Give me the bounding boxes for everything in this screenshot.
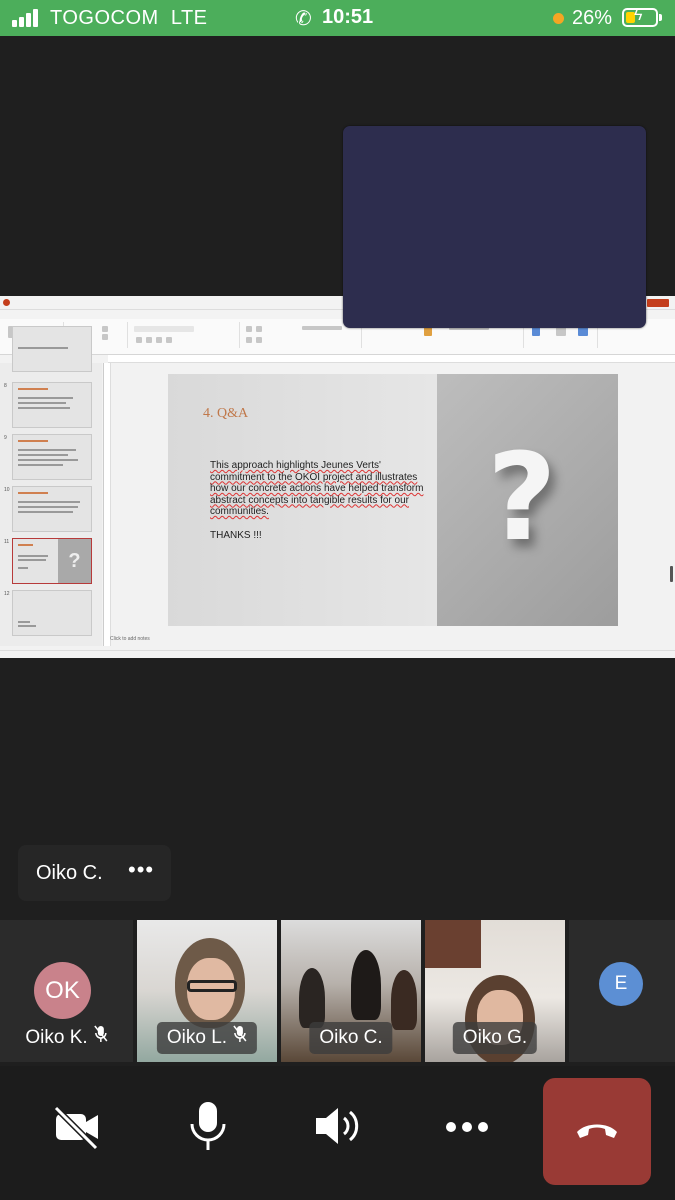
slide-thumbnails-panel[interactable]: 8 9 10 11? 12	[0, 326, 102, 646]
recording-dot-icon	[553, 13, 564, 24]
participant-strip[interactable]: OK Oiko K. Oiko L. Oiko C. Oiko G.	[0, 920, 675, 1062]
participant-tile[interactable]: Oiko C.	[281, 920, 421, 1062]
call-icon: ✆	[295, 8, 312, 30]
speaker-icon[interactable]	[312, 1096, 364, 1156]
self-view-video[interactable]	[343, 126, 646, 328]
question-mark-icon: ?	[487, 429, 557, 568]
battery-icon: ϟ	[622, 7, 662, 27]
network-label: LTE	[170, 7, 208, 29]
horizontal-ruler	[108, 355, 675, 363]
vertical-scrollbar[interactable]	[670, 566, 673, 582]
avatar: E	[599, 962, 643, 1006]
powerpoint-logo-icon	[3, 299, 10, 306]
vertical-ruler	[104, 363, 111, 646]
participant-name-label: Oiko L.	[156, 1022, 258, 1055]
slide-thumbnail[interactable]: 10	[4, 486, 92, 532]
mic-muted-icon	[233, 1023, 247, 1055]
camera-off-icon[interactable]	[52, 1096, 104, 1156]
participant-name-label: Oiko C.	[309, 1022, 393, 1054]
hang-up-button[interactable]	[543, 1078, 651, 1185]
slide-canvas[interactable]: 4. Q&A This approach highlights Jeunes V…	[168, 374, 618, 626]
question-mark-icon: ?	[58, 539, 91, 583]
slide-thumbnail[interactable]: 9	[4, 434, 92, 480]
participant-tile[interactable]: OK Oiko K.	[0, 920, 133, 1062]
avatar: OK	[34, 962, 91, 1019]
app-statusbar	[0, 650, 675, 658]
participant-tile[interactable]: Oiko G.	[425, 920, 565, 1062]
active-speaker-pill[interactable]: Oiko C. •••	[18, 845, 171, 901]
participant-name-label: Oiko G.	[452, 1022, 538, 1054]
status-bar: TOGOCOM LTE ✆ 10:51 26% ϟ	[0, 0, 675, 36]
active-speaker-name: Oiko C.	[36, 862, 103, 884]
hang-up-icon	[577, 1124, 617, 1138]
share-button	[647, 299, 669, 307]
slide-closing-text: THANKS !!!	[210, 530, 262, 541]
more-options-icon[interactable]: •••	[128, 857, 154, 883]
slide-thumbnail[interactable]: 12	[4, 590, 92, 636]
more-icon[interactable]	[444, 1096, 490, 1156]
carrier-label: TOGOCOM LTE	[50, 7, 208, 29]
slide-body-text: This approach highlights Jeunes Verts' c…	[210, 460, 424, 517]
notes-placeholder[interactable]: Click to add notes	[110, 636, 150, 642]
slide-title: 4. Q&A	[203, 406, 249, 421]
slide-thumbnail[interactable]	[12, 326, 92, 372]
clock: 10:51	[322, 6, 374, 28]
question-mark-panel: ?	[437, 374, 618, 626]
mic-muted-icon	[94, 1023, 108, 1055]
battery-percent: 26%	[572, 7, 613, 29]
participant-tile[interactable]: Oiko L.	[137, 920, 277, 1062]
shared-screen[interactable]: 8 9 10 11? 12 4. Q&A This approach highl…	[0, 296, 675, 658]
microphone-icon[interactable]	[186, 1096, 230, 1156]
participant-name-label: Oiko K.	[15, 1022, 117, 1054]
slide-thumbnail[interactable]: 8	[4, 382, 92, 428]
call-controls-bar	[0, 1066, 675, 1200]
slide-thumbnail-selected[interactable]: 11?	[4, 538, 92, 584]
